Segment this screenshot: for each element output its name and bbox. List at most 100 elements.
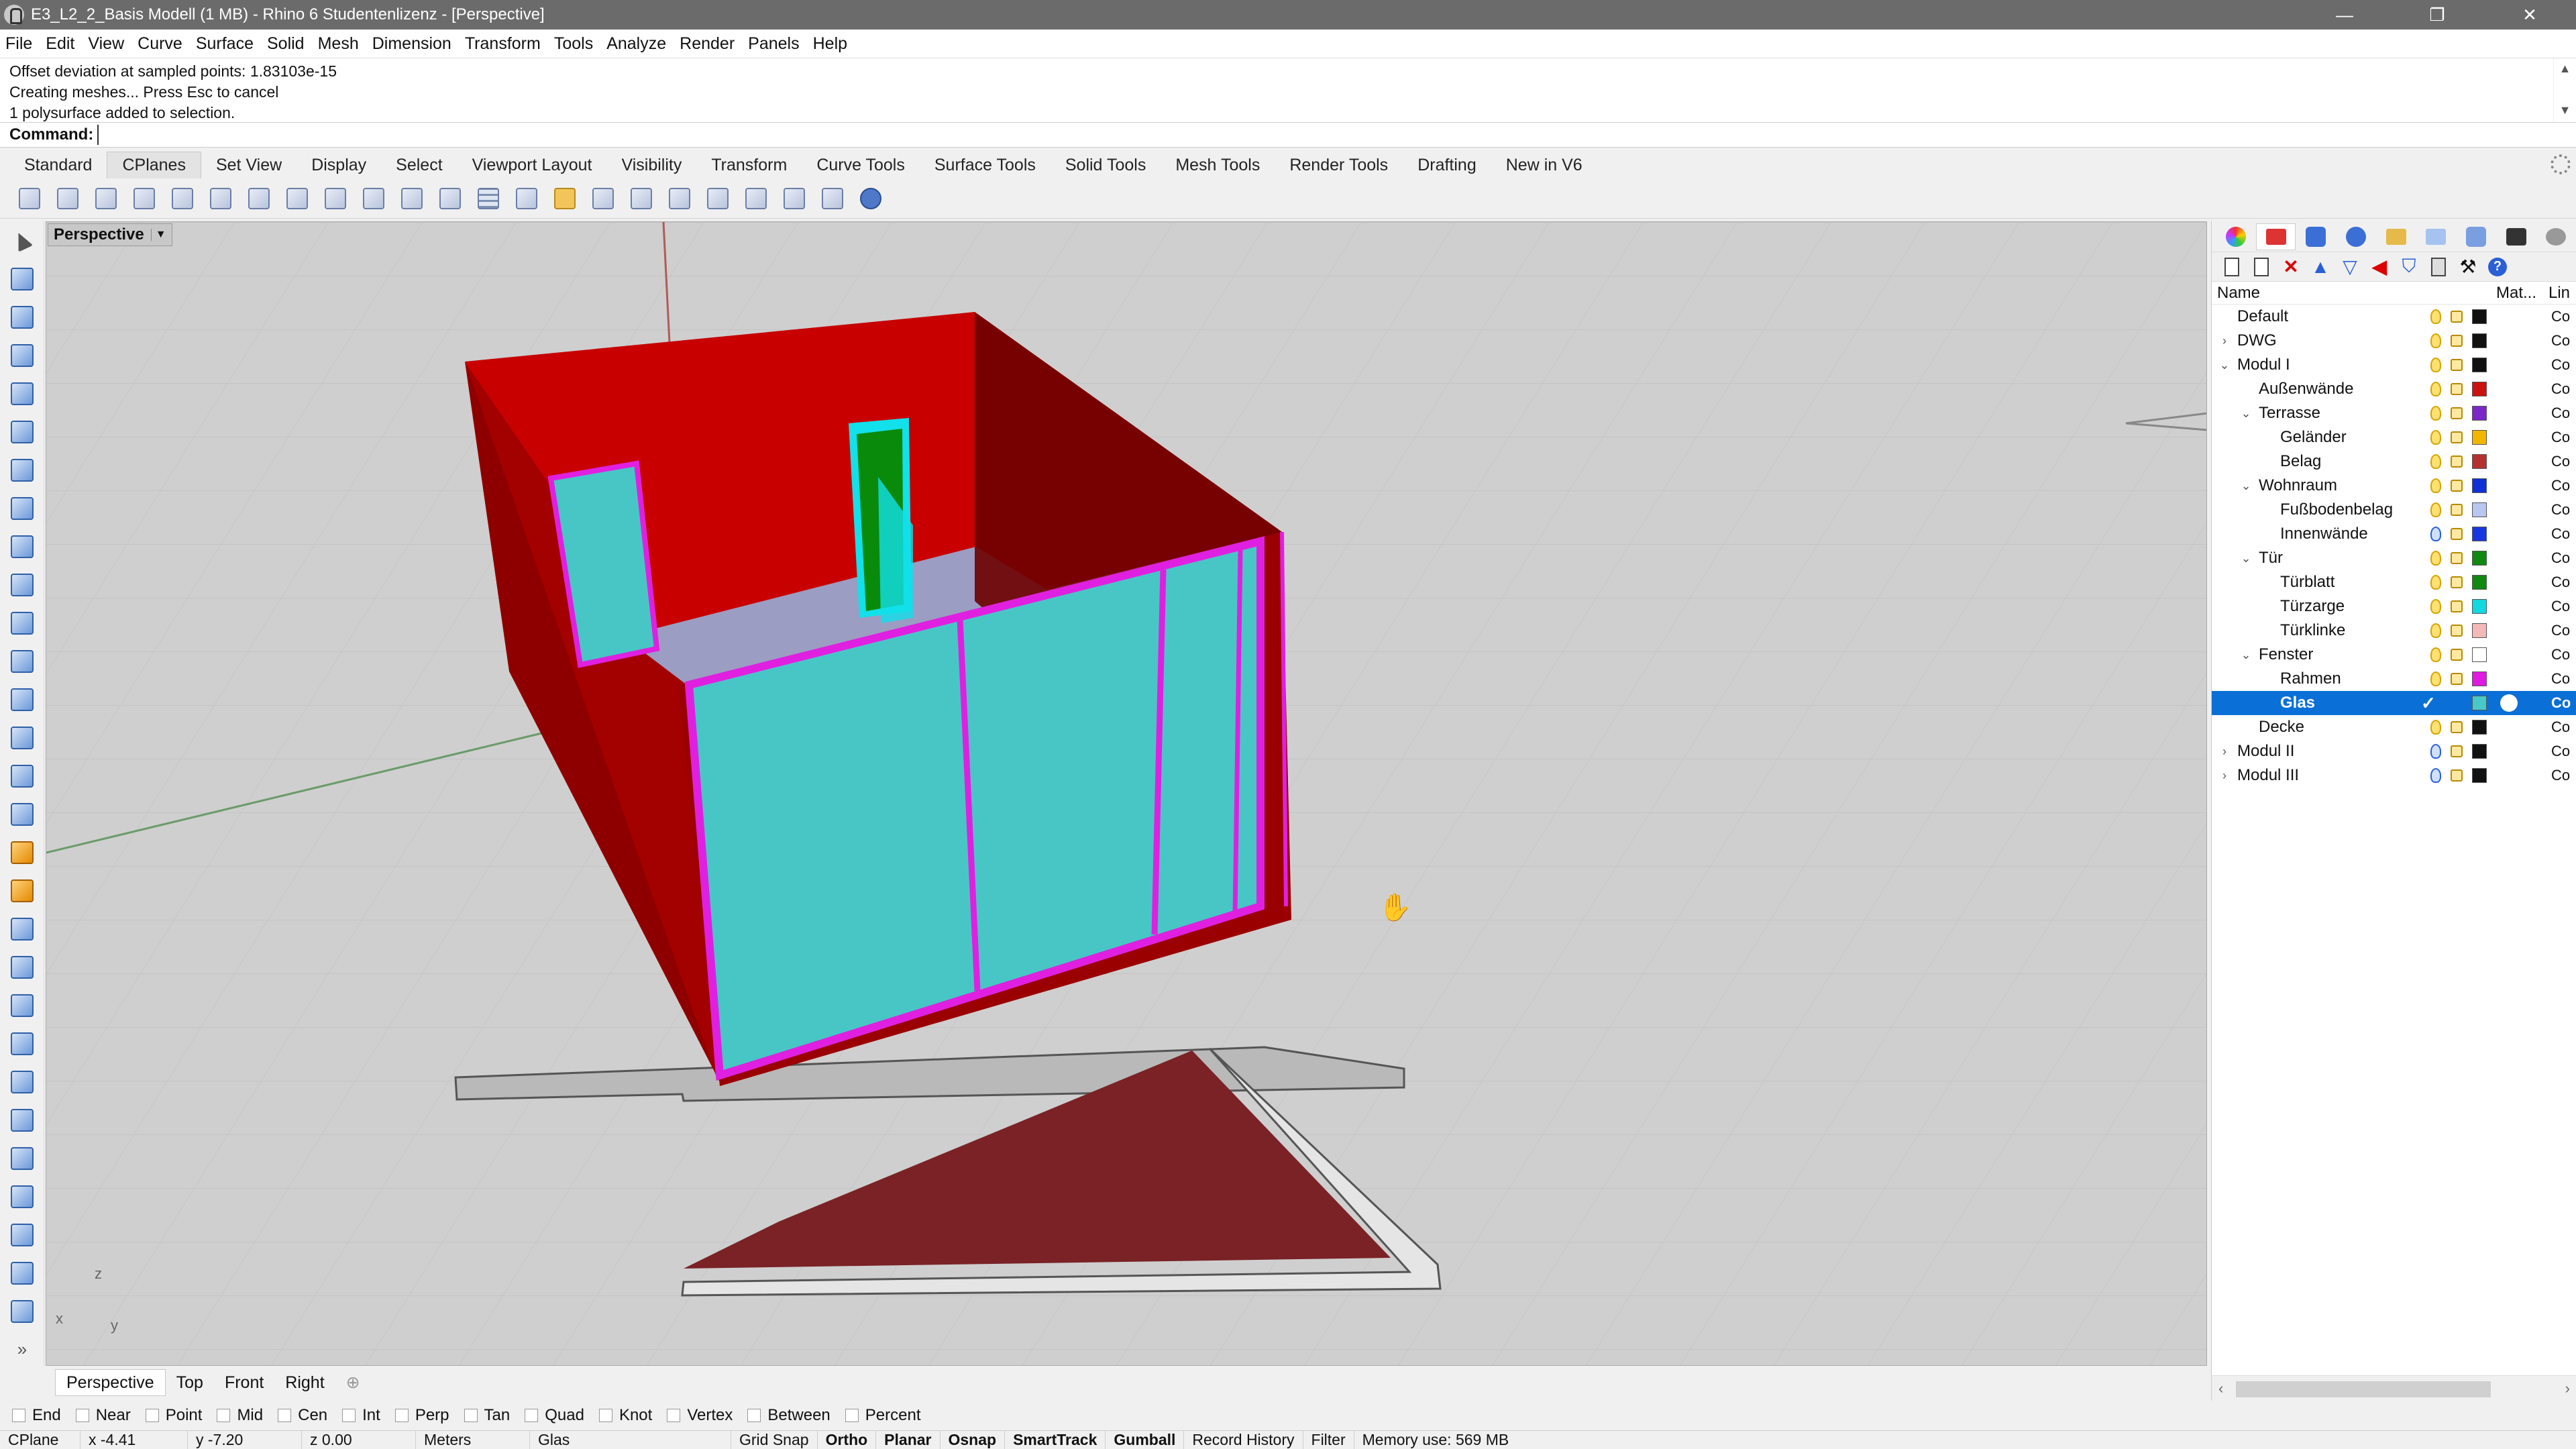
cplane-surface-icon[interactable]	[703, 184, 733, 213]
layer-color-swatch[interactable]	[2472, 406, 2487, 421]
rectangle-icon[interactable]	[0, 489, 44, 527]
offset-icon[interactable]	[0, 1101, 44, 1139]
tab-cplanes[interactable]: CPlanes	[107, 152, 201, 178]
visibility-bulb-icon[interactable]	[2430, 454, 2441, 469]
layer-name[interactable]: Türklinke	[2280, 621, 2345, 640]
layer-name[interactable]: Fenster	[2259, 645, 2313, 664]
layer-row[interactable]: Türzarge Co	[2212, 594, 2576, 619]
layer-states-icon[interactable]	[2424, 255, 2453, 279]
layer-color-swatch[interactable]	[2472, 454, 2487, 469]
visibility-bulb-icon[interactable]	[2430, 430, 2441, 445]
layer-linetype[interactable]: Co	[2551, 356, 2570, 374]
environment-tab-icon[interactable]	[2416, 223, 2456, 250]
lock-icon[interactable]	[2451, 359, 2463, 371]
menu-help[interactable]: Help	[813, 34, 847, 54]
osnap-point[interactable]: Point	[145, 1406, 202, 1425]
cplane-object-icon[interactable]	[856, 184, 885, 213]
layer-color-swatch[interactable]	[2472, 696, 2487, 710]
osnap-checkbox[interactable]	[278, 1409, 292, 1422]
tab-display[interactable]: Display	[297, 152, 381, 178]
properties-color-wheel-icon[interactable]	[2216, 223, 2256, 250]
render-icon[interactable]	[0, 986, 44, 1024]
tab-select[interactable]: Select	[381, 152, 457, 178]
layer-color-swatch[interactable]	[2472, 502, 2487, 517]
osnap-checkbox[interactable]	[845, 1409, 859, 1422]
curve-fillet-icon[interactable]	[0, 566, 44, 604]
status-smarttrack[interactable]: SmartTrack	[1005, 1430, 1106, 1449]
layer-row[interactable]: Außenwände Co	[2212, 377, 2576, 401]
layer-name[interactable]: Innenwände	[2280, 525, 2368, 543]
layer-row[interactable]: Default Co	[2212, 305, 2576, 329]
layer-tools-icon[interactable]: ⚒	[2453, 255, 2483, 279]
menu-curve[interactable]: Curve	[138, 34, 182, 54]
layer-color-swatch[interactable]	[2472, 382, 2487, 396]
osnap-quad[interactable]: Quad	[525, 1406, 584, 1425]
column-name[interactable]: Name	[2217, 284, 2260, 303]
layer-row[interactable]: Innenwände Co	[2212, 522, 2576, 546]
status-record-history[interactable]: Record History	[1184, 1430, 1303, 1449]
osnap-between[interactable]: Between	[747, 1406, 830, 1425]
column-material[interactable]: Mat...	[2496, 284, 2536, 303]
layer-linetype[interactable]: Co	[2551, 622, 2570, 639]
trim-icon[interactable]	[0, 910, 44, 948]
status-cplane[interactable]: CPlane	[0, 1430, 80, 1449]
layer-row[interactable]: Fußbodenbelag Co	[2212, 498, 2576, 522]
osnap-checkbox[interactable]	[12, 1409, 25, 1422]
cplane-undo-icon[interactable]	[780, 184, 809, 213]
layer-linetype[interactable]: Co	[2551, 767, 2570, 784]
layer-color-swatch[interactable]	[2472, 672, 2487, 686]
layer-name[interactable]: Rahmen	[2280, 669, 2341, 688]
lock-icon[interactable]	[2451, 769, 2463, 782]
osnap-percent[interactable]: Percent	[845, 1406, 921, 1425]
layer-linetype[interactable]: Co	[2551, 598, 2570, 615]
osnap-checkbox[interactable]	[598, 1409, 612, 1422]
tab-transform[interactable]: Transform	[696, 152, 802, 178]
layer-row[interactable]: Türklinke Co	[2212, 619, 2576, 643]
status-grid-snap[interactable]: Grid Snap	[731, 1430, 818, 1449]
visibility-bulb-icon[interactable]	[2430, 744, 2441, 759]
array-icon[interactable]	[0, 1216, 44, 1254]
cplane-rotate-icon[interactable]	[665, 184, 694, 213]
viewport-title[interactable]: Perspective ▼	[48, 223, 172, 246]
layer-linetype[interactable]: Co	[2551, 429, 2570, 446]
layer-name[interactable]: Tür	[2259, 549, 2283, 568]
lock-icon[interactable]	[2451, 504, 2463, 516]
cplane-3d-icon[interactable]	[741, 184, 771, 213]
arc-icon[interactable]	[0, 451, 44, 489]
move-layer-down-icon[interactable]: ▽	[2335, 255, 2365, 279]
close-button[interactable]: ✕	[2483, 0, 2576, 30]
display-tab-icon[interactable]	[2296, 223, 2336, 250]
layer-linetype[interactable]: Co	[2551, 574, 2570, 591]
filter-layers-icon[interactable]: ⛉	[2394, 255, 2424, 279]
viewport-tab-front[interactable]: Front	[214, 1369, 274, 1396]
cplane-previous-icon[interactable]	[397, 184, 427, 213]
cplane-to-object-icon[interactable]	[321, 184, 350, 213]
visibility-bulb-icon[interactable]	[2430, 647, 2441, 662]
lock-icon[interactable]	[2451, 528, 2463, 540]
layer-color-swatch[interactable]	[2472, 575, 2487, 590]
status-planar[interactable]: Planar	[876, 1430, 941, 1449]
visibility-bulb-icon[interactable]	[2430, 623, 2441, 638]
lock-icon[interactable]	[2451, 455, 2463, 468]
move-icon[interactable]	[0, 1177, 44, 1216]
open-cplane-icon[interactable]	[550, 184, 580, 213]
layer-linetype[interactable]: Co	[2551, 646, 2570, 663]
current-layer-check-icon[interactable]: ✓	[2421, 693, 2436, 714]
menu-edit[interactable]: Edit	[46, 34, 74, 54]
status-gumball[interactable]: Gumball	[1106, 1430, 1185, 1449]
libraries-folder-icon[interactable]	[2376, 223, 2416, 250]
osnap-knot[interactable]: Knot	[598, 1406, 652, 1425]
osnap-checkbox[interactable]	[342, 1409, 356, 1422]
visibility-bulb-icon[interactable]	[2430, 309, 2441, 324]
new-sublayer-icon[interactable]	[2247, 255, 2276, 279]
menu-tools[interactable]: Tools	[554, 34, 593, 54]
cylinder-icon[interactable]	[0, 757, 44, 795]
layer-name[interactable]: Belag	[2280, 452, 2321, 471]
lock-icon[interactable]	[2451, 311, 2463, 323]
layer-linetype[interactable]: Co	[2551, 694, 2571, 712]
layer-name[interactable]: Türzarge	[2280, 597, 2345, 616]
cplane-world-front-icon[interactable]	[53, 184, 83, 213]
cplane-redo-icon[interactable]	[818, 184, 847, 213]
ellipse-icon[interactable]	[0, 413, 44, 451]
osnap-checkbox[interactable]	[667, 1409, 681, 1422]
